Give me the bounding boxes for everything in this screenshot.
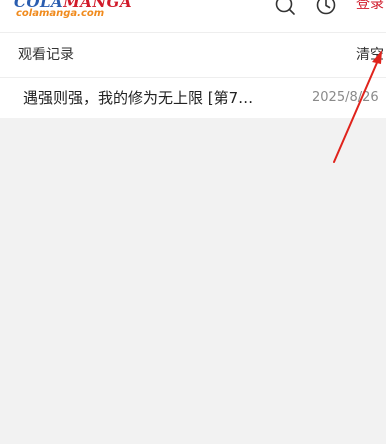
search-icon (275, 0, 295, 15)
history-item-date: 2025/8/26 (312, 90, 379, 105)
top-header: COLAMANGA colamanga.com 登录 (0, 0, 386, 33)
logo-domain-text: colamanga.com (16, 8, 105, 19)
history-list: 遇强则强，我的修为无上限 [第7… 2025/8/26 (0, 78, 386, 118)
clear-history-button[interactable]: 清空 (356, 45, 384, 65)
clock-icon (316, 0, 336, 15)
login-link[interactable]: 登录 (356, 0, 384, 14)
history-section-header: 观看记录 清空 (0, 33, 386, 78)
history-item-title: 遇强则强，我的修为无上限 [第7… (23, 89, 254, 107)
history-page: COLAMANGA colamanga.com 登录 观看记录 清空 遇强则强，… (0, 0, 386, 444)
search-button[interactable] (273, 0, 297, 18)
section-title: 观看记录 (18, 47, 74, 63)
empty-content-area (0, 118, 386, 444)
history-list-item[interactable]: 遇强则强，我的修为无上限 [第7… 2025/8/26 (0, 78, 386, 118)
history-button[interactable] (314, 0, 338, 18)
site-logo[interactable]: COLAMANGA colamanga.com (14, 0, 132, 27)
